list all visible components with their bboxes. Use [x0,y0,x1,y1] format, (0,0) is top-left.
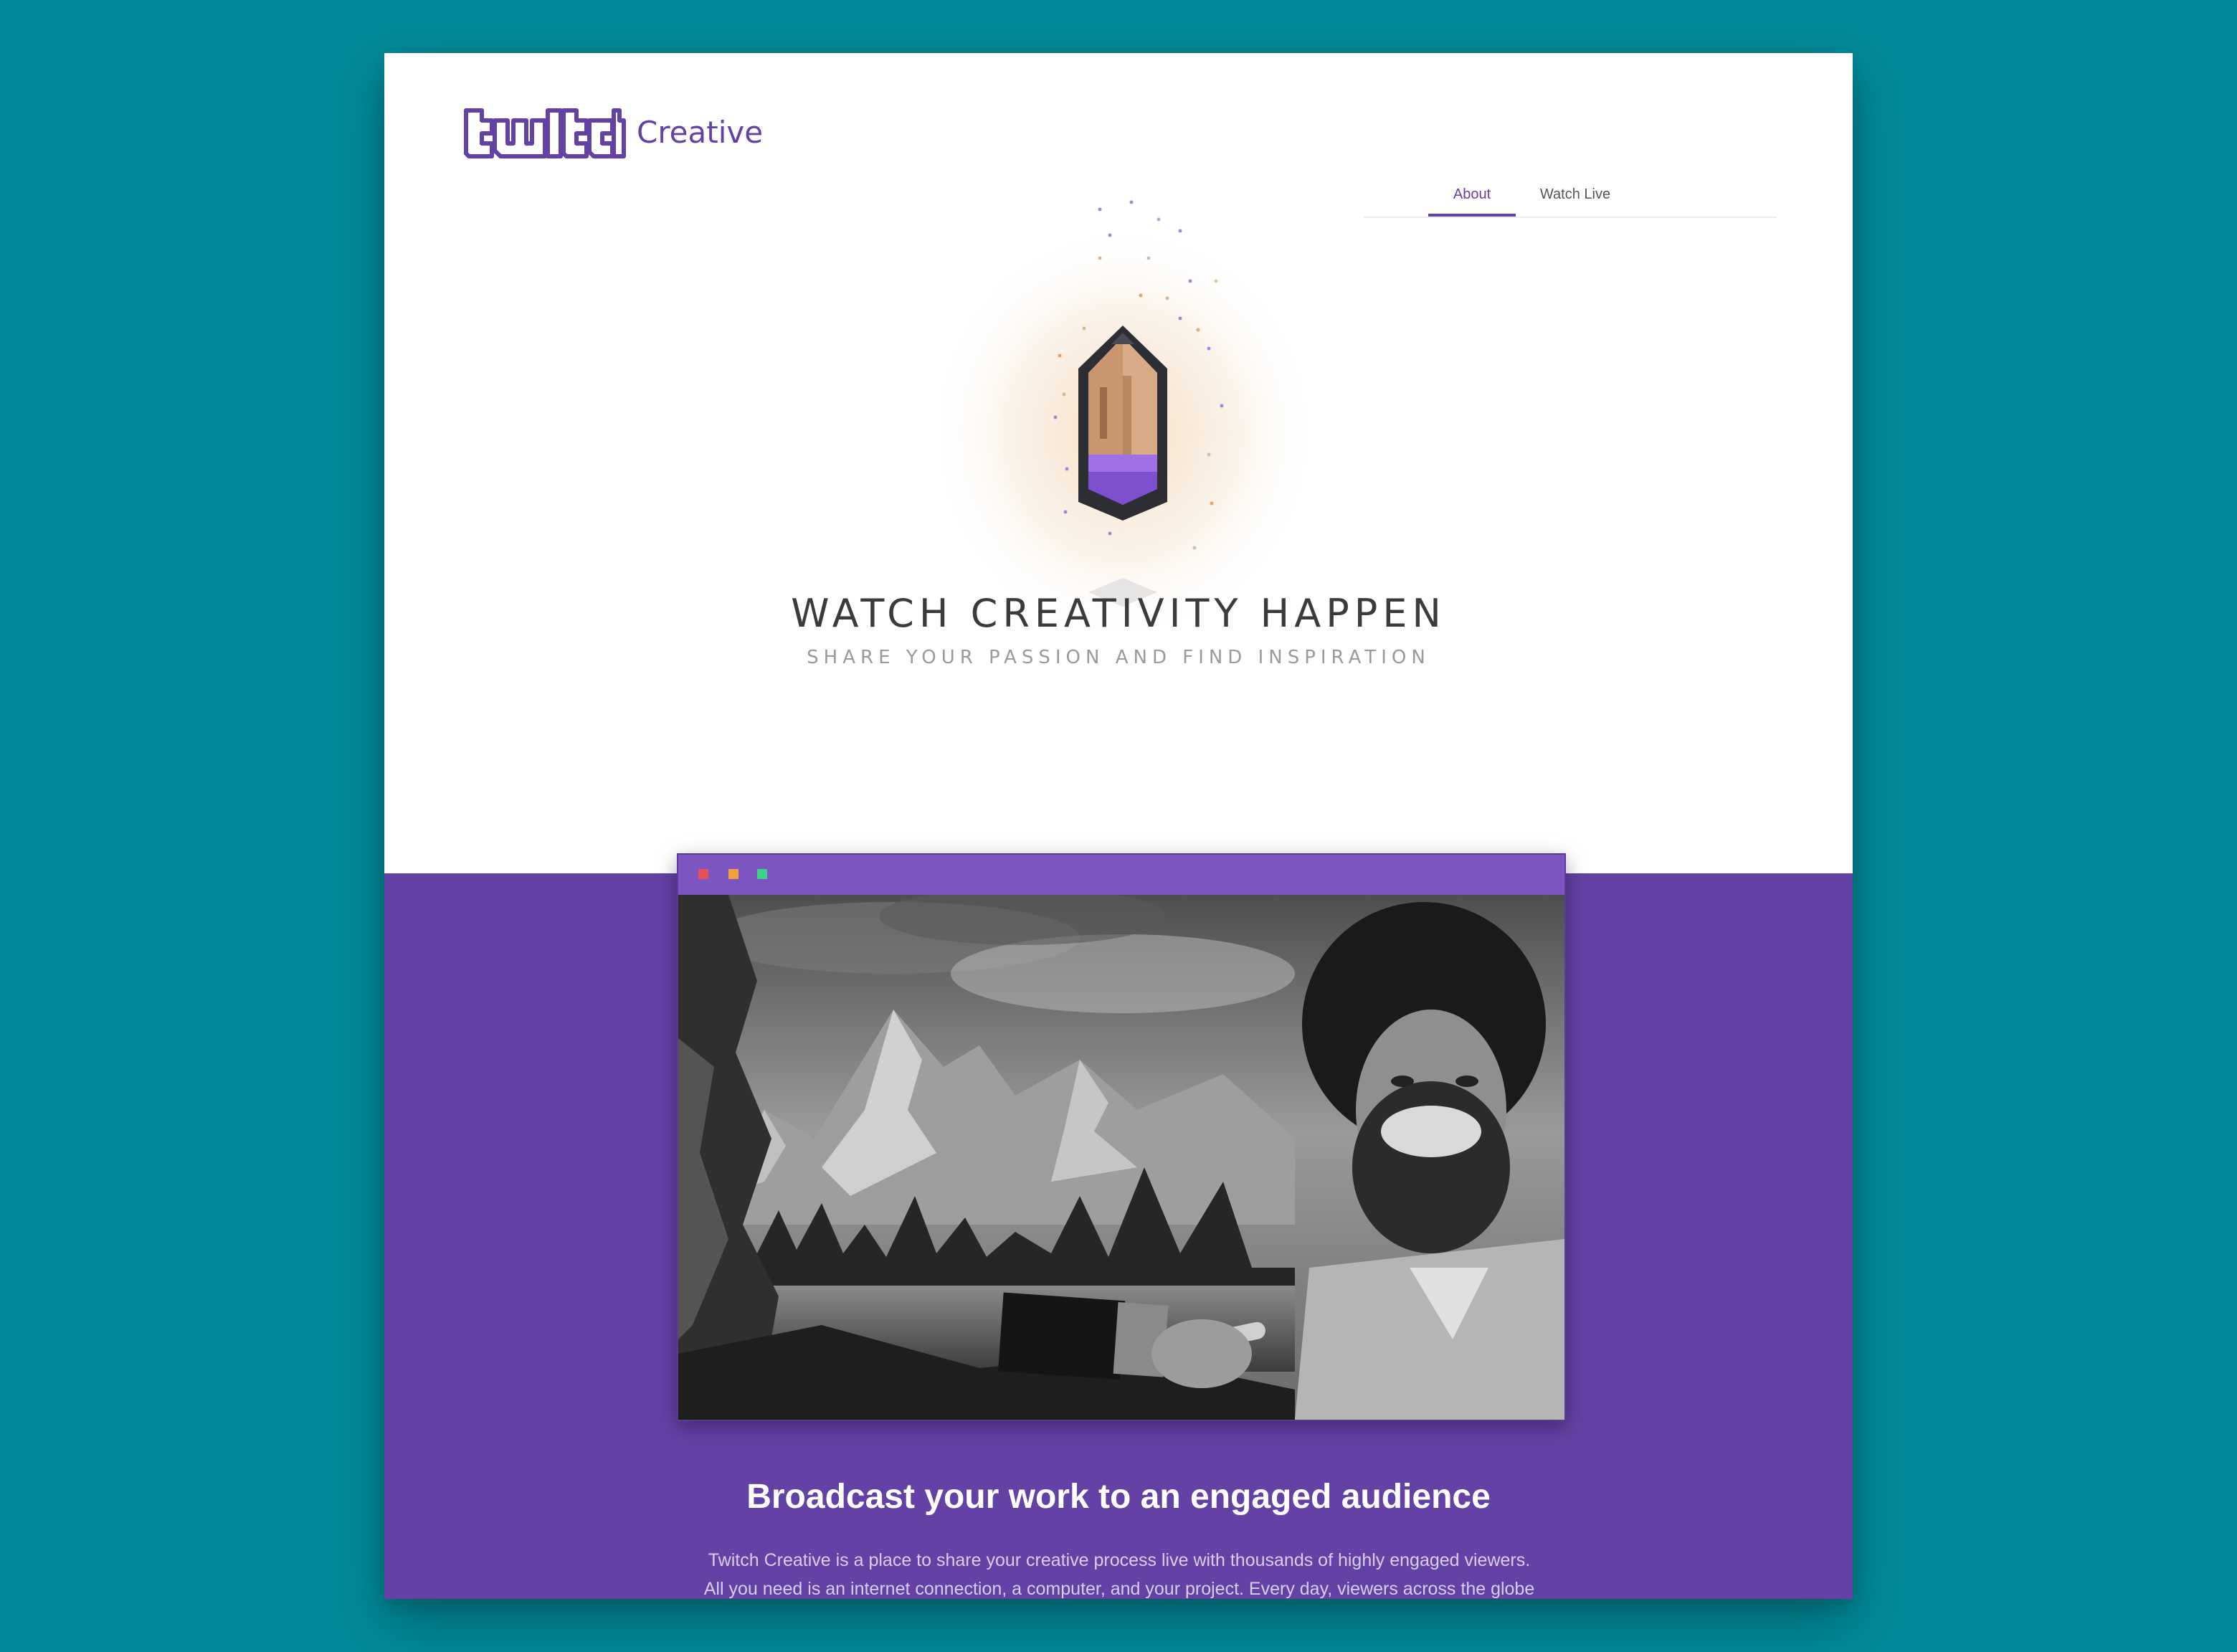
section-body-line: Twitch Creative is a place to share your… [708,1550,1531,1570]
hero-subtitle: SHARE YOUR PASSION AND FIND INSPIRATION [807,647,1430,668]
maximize-dot-icon [757,869,767,879]
logo-subtitle: Creative [637,115,764,150]
tab-about[interactable]: About [1428,186,1516,217]
close-dot-icon [698,869,708,879]
twitch-logo[interactable]: twitch [460,105,627,162]
hero-title: WATCH CREATIVITY HAPPEN [791,591,1446,636]
browser-mockup [677,853,1566,1421]
section-body-line: All you need is an internet connection, … [703,1579,1535,1599]
top-nav: About Watch Live [1364,128,1777,218]
pencil-icon [929,200,1316,627]
minimize-dot-icon [728,869,738,879]
browser-bar [678,855,1564,895]
painter-photo [678,895,1564,1420]
section-title: Broadcast your work to an engaged audien… [746,1478,1491,1516]
section-body: Twitch Creative is a place to share your… [657,1546,1582,1599]
tab-watch-live[interactable]: Watch Live [1530,186,1620,217]
page: twitch Creative About Watch Live [384,53,1853,1599]
